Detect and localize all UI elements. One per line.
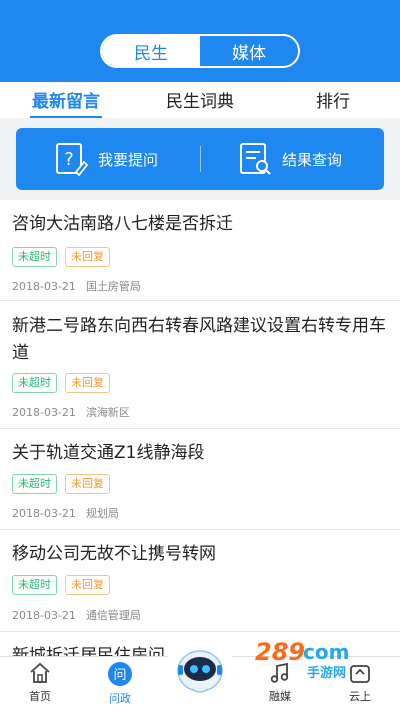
badge-group: 未超时 未回复 xyxy=(12,373,118,393)
svg-text:?: ? xyxy=(64,149,74,170)
list-item[interactable]: 移动公司无故不让携号转网 未超时 未回复 2018-03-21 通信管理局 xyxy=(0,530,400,632)
nav-home[interactable]: 首页 xyxy=(10,661,70,704)
robot-assistant-button[interactable] xyxy=(165,636,235,706)
ask-question-label: 我要提问 xyxy=(98,150,159,169)
query-result-button[interactable]: 结果查询 xyxy=(238,128,342,190)
nav-ask-label: 问政 xyxy=(109,692,131,705)
watermark-logo: 289 com 手游网 xyxy=(255,636,385,681)
badge-group: 未超时 未回复 xyxy=(12,474,118,494)
item-title: 咨询大沽南路八七楼是否拆迁 xyxy=(12,214,233,234)
item-title: 关于轨道交通Z1线静海段 xyxy=(12,443,205,463)
query-result-label: 结果查询 xyxy=(282,150,343,169)
item-meta: 2018-03-21 国土房管局 xyxy=(12,278,141,294)
item-title: 新港二号路东向西右转春风路建议设置右转专用车道 xyxy=(12,316,386,363)
status-badge-timeout: 未超时 xyxy=(12,575,57,595)
search-doc-icon xyxy=(240,143,271,175)
tab-ranking[interactable]: 排行 xyxy=(316,87,350,112)
tab-bar: 最新留言 民生词典 排行 xyxy=(0,82,400,118)
watermark-brand: 289 xyxy=(255,638,306,666)
status-badge-reply: 未回复 xyxy=(65,247,110,267)
robot-assistant-icon xyxy=(177,650,223,693)
svg-text:问: 问 xyxy=(113,668,126,683)
status-badge-timeout: 未超时 xyxy=(12,247,57,267)
status-badge-timeout: 未超时 xyxy=(12,373,57,393)
item-date: 2018-03-21 xyxy=(12,406,76,419)
item-dept: 通信管理局 xyxy=(85,609,141,622)
item-meta: 2018-03-21 滨海新区 xyxy=(12,404,130,420)
item-title: 移动公司无故不让携号转网 xyxy=(12,544,216,564)
segment-meiti[interactable]: 媒体 xyxy=(200,36,298,66)
app-header: 民生 媒体 xyxy=(0,0,400,82)
status-badge-reply: 未回复 xyxy=(65,373,110,393)
item-dept: 规划局 xyxy=(85,507,119,520)
watermark-sub: 手游网 xyxy=(307,666,347,681)
watermark-domain: com xyxy=(303,640,350,664)
item-dept: 国土房管局 xyxy=(85,280,141,293)
ask-icon: 问 xyxy=(108,662,132,686)
segment-minsheng[interactable]: 民生 xyxy=(102,36,200,66)
item-meta: 2018-03-21 通信管理局 xyxy=(12,607,141,623)
list-item[interactable]: 关于轨道交通Z1线静海段 未超时 未回复 2018-03-21 规划局 xyxy=(0,429,400,530)
action-divider xyxy=(200,146,201,172)
list-item[interactable]: 咨询大沽南路八七楼是否拆迁 未超时 未回复 2018-03-21 国土房管局 xyxy=(0,200,400,301)
tab-dictionary[interactable]: 民生词典 xyxy=(166,87,234,112)
ask-question-button[interactable]: ? 我要提问 xyxy=(54,128,158,190)
status-badge-timeout: 未超时 xyxy=(12,474,57,494)
home-icon xyxy=(30,662,50,683)
badge-group: 未超时 未回复 xyxy=(12,247,118,267)
tab-latest-messages[interactable]: 最新留言 xyxy=(32,87,100,112)
nav-cloud-label: 云上 xyxy=(349,690,371,703)
item-dept: 滨海新区 xyxy=(85,406,130,419)
question-doc-icon: ? xyxy=(56,143,88,176)
item-date: 2018-03-21 xyxy=(12,609,76,622)
status-badge-reply: 未回复 xyxy=(65,474,110,494)
item-meta: 2018-03-21 规划局 xyxy=(12,505,119,521)
item-date: 2018-03-21 xyxy=(12,280,76,293)
nav-home-label: 首页 xyxy=(29,690,51,703)
nav-media-label: 融媒 xyxy=(269,690,291,703)
list-item[interactable]: 新港二号路东向西右转春风路建议设置右转专用车道 未超时 未回复 2018-03-… xyxy=(0,301,400,429)
badge-group: 未超时 未回复 xyxy=(12,575,118,595)
item-date: 2018-03-21 xyxy=(12,507,76,520)
segment-switch: 民生 媒体 xyxy=(100,34,300,68)
nav-ask[interactable]: 问 问政 xyxy=(90,661,150,706)
action-card: ? 我要提问 结果查询 xyxy=(16,128,384,190)
status-badge-reply: 未回复 xyxy=(65,575,110,595)
